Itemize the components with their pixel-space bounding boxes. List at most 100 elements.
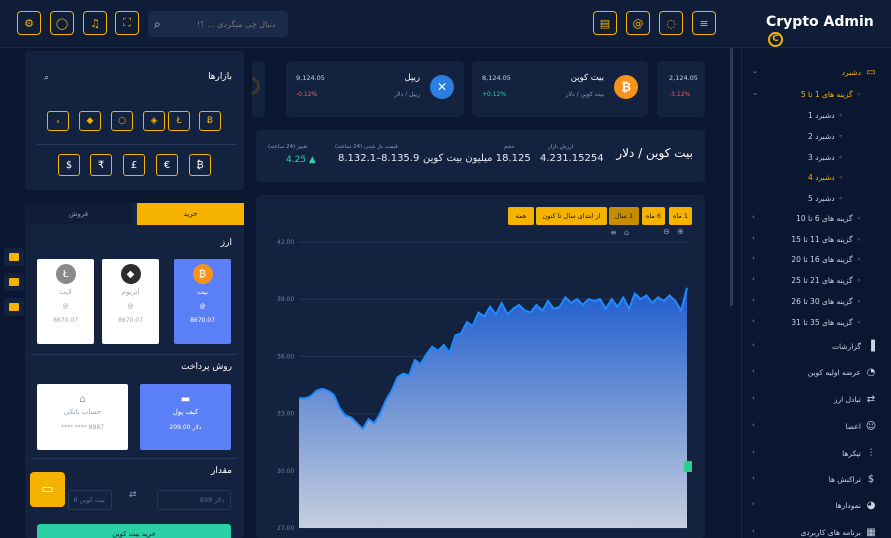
coin-option-bitcoin[interactable]: ₿ بیت @ 8670.07 (174, 259, 231, 344)
currency-icon[interactable]: € (156, 154, 178, 176)
tab-buy[interactable]: خرید (137, 203, 244, 225)
chart-range-chip[interactable]: همه (508, 207, 534, 225)
chevron-left-icon[interactable]: ‹ (752, 213, 755, 221)
sidebar-item-icon: ⫶ (869, 447, 873, 459)
sidebar-item[interactable]: ◦ گزینه های 1 تا 5 (801, 87, 861, 101)
sidebar-item[interactable]: ◦ گزینه های 16 تا 20 (791, 252, 861, 266)
sidebar-item[interactable]: ◦ دشبرد 1 (808, 108, 843, 122)
ticker-card-ripple[interactable]: ✕ ریپل ریپل / دلار 9,124.05 -0.12% (286, 61, 464, 117)
chart-range-chip[interactable]: 1 سال (609, 207, 639, 225)
sidebar-item-icon: $ (867, 473, 875, 485)
sidebar-item[interactable]: ◦ دشبرد 3 (808, 150, 843, 164)
sidebar-item[interactable]: ▦ برنامه های کاربردی (801, 525, 877, 538)
at-icon[interactable]: @ (626, 11, 650, 35)
gear-icon[interactable]: ⚙ (17, 11, 41, 35)
chevron-left-icon[interactable]: ‹ (752, 367, 755, 375)
quick-action-3[interactable] (4, 298, 24, 316)
sidebar-item[interactable]: ◕ نمودارها (835, 498, 877, 512)
chevron-left-icon[interactable]: ‹ (752, 500, 755, 508)
currency-icon[interactable]: £ (123, 154, 145, 176)
app-logo[interactable]: Crypto Admin C (766, 14, 891, 47)
sidebar-item[interactable]: ◔ عرضه اولیه کوین (808, 365, 877, 379)
sidebar-item[interactable]: ◦ گزینه های 6 تا 10 (796, 211, 861, 225)
ticker-card-partial-right[interactable]: 2,124.05 -3.12% (657, 61, 705, 117)
coin-name: بیت (197, 288, 208, 296)
currency-icon[interactable]: ₹ (90, 154, 112, 176)
ticker-card-partial[interactable] (252, 61, 265, 117)
ticker-pair: بیت کوین / دلار (565, 91, 604, 98)
coin-option-ethereum[interactable]: ◆ اتریوم @ 8670.07 (102, 259, 159, 344)
chevron-left-icon[interactable]: ‹ (752, 254, 755, 262)
chevron-left-icon[interactable]: ‹ (752, 421, 755, 429)
coin-filter-icon[interactable]: ◈ (143, 111, 165, 131)
chevron-left-icon[interactable]: ‹ (752, 275, 755, 283)
zoom-out-icon[interactable]: ⊖ (663, 227, 670, 236)
sidebar-item[interactable]: $ تراکنش ها (829, 472, 877, 486)
chevron-left-icon[interactable]: ‹ (752, 317, 755, 325)
chevron-down-icon[interactable]: ⌄ (752, 67, 758, 75)
stat-value: 18.125 میلیون بیت کوین (423, 153, 531, 164)
search-input[interactable] (165, 19, 276, 29)
coin-option-litecoin[interactable]: Ł لایت @ 8670.07 (37, 259, 94, 344)
sidebar-item[interactable]: ◦ دشبرد 2 (808, 129, 843, 143)
sidebar-item[interactable]: ▐ گزارشات (832, 339, 877, 353)
currency-icon[interactable]: ₿ (189, 154, 211, 176)
fullscreen-icon[interactable]: ⛶ (115, 11, 139, 35)
bullet-icon: ◦ (856, 234, 861, 244)
search-icon[interactable]: ⌕ (154, 17, 161, 32)
sidebar-item[interactable]: ◦ دشبرد 5 (808, 191, 843, 205)
sidebar-item[interactable]: ◦ گزینه های 30 تا 26 (791, 294, 861, 308)
chevron-left-icon[interactable]: ‹ (752, 527, 755, 535)
chart-range-chip[interactable]: از ابتدای سال تا کنون (536, 207, 607, 225)
menu-icon[interactable]: ≡ (692, 11, 716, 35)
price-chart[interactable]: 42.00 39.00 36.00 33.00 30.00 27.00 (265, 236, 697, 538)
tab-sell[interactable]: فروش (25, 203, 132, 225)
user-icon[interactable]: ◯ (50, 11, 74, 35)
search-box[interactable]: ⌕ (148, 11, 288, 37)
currency-icon[interactable]: $ (58, 154, 80, 176)
sidebar-item[interactable]: ◦ دشبرد 4 (808, 170, 843, 184)
chevron-left-icon[interactable]: ‹ (752, 341, 755, 349)
chevron-left-icon[interactable]: ‹ (752, 234, 755, 242)
sidebar-item[interactable]: ◦ گزینه های 11 تا 15 (791, 232, 861, 246)
chevron-down-icon[interactable]: ⌄ (752, 89, 758, 97)
divider (37, 144, 237, 145)
swap-icon[interactable]: ⇄ (129, 490, 137, 500)
sidebar-item-label: گزینه های 6 تا 10 (796, 213, 853, 223)
amount-coin-input[interactable]: 8 بیت کوین (68, 490, 112, 510)
sidebar-item[interactable]: ⇄ تبادل ارز (834, 392, 877, 406)
chevron-left-icon[interactable]: ‹ (752, 394, 755, 402)
sidebar-item[interactable]: ▭ دشبرد (842, 65, 877, 79)
ticker-card-bitcoin[interactable]: ₿ بیت کوین بیت کوین / دلار 8,124.05 +0.1… (472, 61, 648, 117)
coin-filter-icon[interactable]: ○ (111, 111, 133, 131)
chevron-left-icon[interactable]: ‹ (752, 296, 755, 304)
clipboard-icon[interactable]: ▤ (593, 11, 617, 35)
coin-filter-icon[interactable]: ₛ (47, 111, 69, 131)
coin-filter-icon[interactable]: Ł (168, 111, 190, 131)
chevron-left-icon[interactable]: ‹ (752, 448, 755, 456)
sidebar-item[interactable]: ☺ اعضا (846, 419, 877, 433)
amount-dollar-input[interactable]: 899 دلار (157, 490, 231, 510)
sidebar-item[interactable]: ◦ گزینه های 21 تا 25 (791, 273, 861, 287)
coin-filter-icon[interactable]: ◆ (79, 111, 101, 131)
bell-icon[interactable]: ♫ (83, 11, 107, 35)
chart-range-chip[interactable]: 1 ماه (669, 207, 692, 225)
wallet-icon[interactable]: ▭ (30, 472, 65, 507)
sidebar-item[interactable]: ◦ گزینه های 35 تا 31 (791, 315, 861, 329)
chat-icon[interactable]: ◌ (659, 11, 683, 35)
sidebar-scrollbar[interactable] (730, 48, 733, 306)
folder-icon (9, 303, 19, 311)
buy-submit-button[interactable]: خرید بیت کوین (37, 524, 231, 538)
bullet-icon: ◦ (856, 275, 861, 285)
chevron-left-icon[interactable]: ‹ (752, 474, 755, 482)
quick-action-1[interactable] (4, 248, 24, 266)
coin-filter-icon[interactable]: Ƀ (199, 111, 221, 131)
search-icon[interactable]: ⌕ (44, 73, 49, 83)
payment-wallet[interactable]: ▬ کیف پول 209.00 دلار (140, 384, 231, 450)
y-tick-label: 30.00 (277, 468, 294, 475)
quick-action-2[interactable] (4, 273, 24, 291)
payment-bank-account[interactable]: ⌂ حساب بانکی **** **** 8987 (37, 384, 128, 450)
sidebar-item[interactable]: ⫶ تیکرها (842, 446, 877, 460)
zoom-in-icon[interactable]: ⊕ (677, 227, 684, 236)
chart-range-chip[interactable]: 6 ماه (642, 207, 665, 225)
